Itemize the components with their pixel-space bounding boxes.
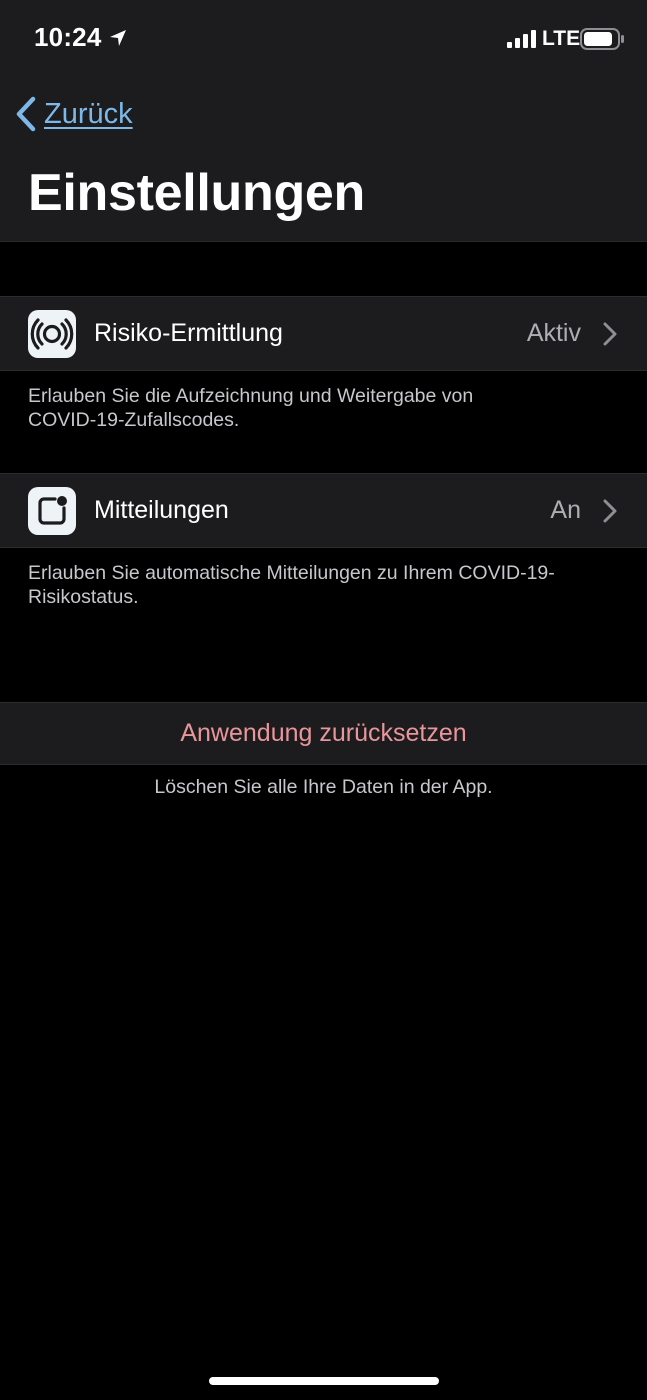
battery-icon [580,28,624,50]
footer-line: Risikostatus. [28,586,139,608]
footer-line: Erlauben Sie automatische Mitteilungen z… [28,562,555,584]
page-title: Einstellungen [28,164,366,222]
settings-row-notifications[interactable]: Mitteilungen An [0,473,647,548]
row-label: Risiko-Ermittlung [94,319,283,347]
home-indicator[interactable] [209,1377,439,1385]
network-type: LTE [542,27,581,50]
back-button-label: Zurück [44,97,133,130]
settings-row-exposure-tracing[interactable]: Risiko-Ermittlung Aktiv [0,296,647,371]
row-footer-exposure-tracing: Erlauben Sie die Aufzeichnung und Weiter… [28,384,628,432]
reset-app-button[interactable]: Anwendung zurücksetzen [0,702,647,765]
chevron-right-icon [603,499,617,523]
footer-line: Erlauben Sie die Aufzeichnung und Weiter… [28,385,474,407]
status-time: 10:24 [34,22,102,52]
row-icon-tile [28,310,76,358]
chevron-left-icon [16,96,36,132]
row-value: Aktiv [526,319,581,347]
location-arrow-icon [110,30,126,46]
reset-app-label: Anwendung zurücksetzen [180,719,467,747]
footer-line: COVID-19-Zufallscodes. [28,409,240,431]
back-button[interactable]: Zurück [14,94,133,134]
header-divider [0,241,647,242]
row-value: An [550,496,581,524]
reset-app-footer: Löschen Sie alle Ihre Daten in der App. [154,776,493,798]
row-footer-notifications: Erlauben Sie automatische Mitteilungen z… [28,561,628,609]
row-label: Mitteilungen [94,496,229,524]
chevron-right-icon [603,322,617,346]
exposure-tracing-icon [30,318,74,350]
settings-screen: 10:24 LTE Zurück Einstellungen Risiko-Er… [0,0,647,1400]
notification-badge-icon [38,496,67,525]
cellular-signal-icon [507,30,536,48]
row-icon-tile [28,487,76,535]
